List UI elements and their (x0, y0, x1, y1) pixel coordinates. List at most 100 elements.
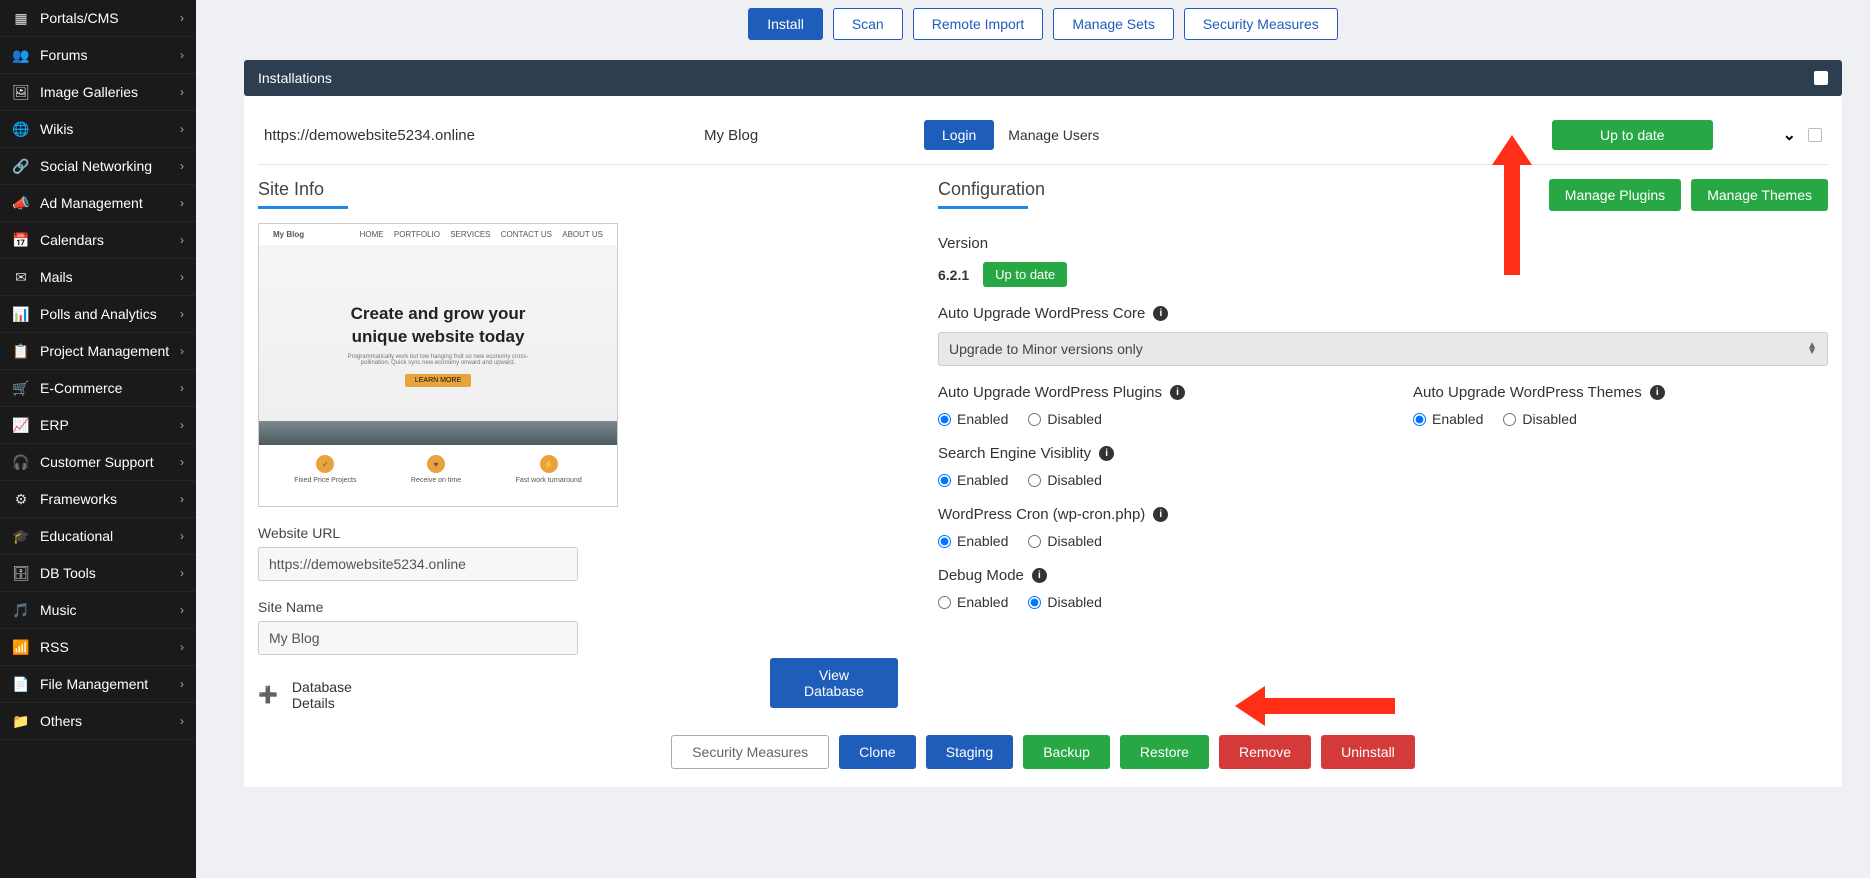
sidebar-item-label: Forums (40, 47, 87, 63)
chevron-right-icon: › (180, 307, 184, 321)
sidebar-item-label: Frameworks (40, 491, 117, 507)
info-icon[interactable]: i (1153, 507, 1168, 522)
uptodate-button[interactable]: Up to date (1552, 120, 1713, 150)
configuration-panel: Configuration Manage Plugins Manage Them… (938, 179, 1828, 711)
remove-button[interactable]: Remove (1219, 735, 1311, 769)
staging-button[interactable]: Staging (926, 735, 1013, 769)
debug-enabled-radio[interactable]: Enabled (938, 594, 1008, 610)
sidebar-item-label: Calendars (40, 232, 104, 248)
manage-users-link[interactable]: Manage Users (1008, 127, 1099, 143)
sidebar-item-label: Project Management (40, 343, 169, 359)
sidebar-item-project-management[interactable]: 📋Project Management› (0, 333, 196, 370)
auto-plugins-disabled-radio[interactable]: Disabled (1028, 411, 1101, 427)
users-icon: 👥 (12, 46, 30, 64)
auto-core-select[interactable]: Upgrade to Minor versions only ▲▼ (938, 332, 1828, 366)
backup-button[interactable]: Backup (1023, 735, 1110, 769)
website-url-input[interactable] (258, 547, 578, 581)
auto-themes-disabled-radio[interactable]: Disabled (1503, 411, 1576, 427)
login-button[interactable]: Login (924, 120, 994, 150)
seo-disabled-radio[interactable]: Disabled (1028, 472, 1101, 488)
tab-security-measures[interactable]: Security Measures (1184, 8, 1338, 40)
uninstall-button[interactable]: Uninstall (1321, 735, 1415, 769)
website-url-label: Website URL (258, 525, 898, 541)
sidebar-item-customer-support[interactable]: 🎧Customer Support› (0, 444, 196, 481)
file-icon: 📄 (12, 675, 30, 693)
sidebar-item-ecommerce[interactable]: 🛒E-Commerce› (0, 370, 196, 407)
debug-label: Debug Mode (938, 567, 1024, 584)
minimize-icon[interactable] (1814, 71, 1828, 85)
sidebar-item-educational[interactable]: 🎓Educational› (0, 518, 196, 555)
sidebar-item-rss[interactable]: 📶RSS› (0, 629, 196, 666)
sidebar-item-image-galleries[interactable]: 🖼Image Galleries› (0, 74, 196, 111)
chevron-right-icon: › (180, 11, 184, 25)
sidebar-item-label: Image Galleries (40, 84, 138, 100)
megaphone-icon: 📣 (12, 194, 30, 212)
info-icon[interactable]: i (1170, 385, 1185, 400)
chevron-right-icon: › (180, 233, 184, 247)
select-checkbox[interactable] (1808, 128, 1822, 142)
security-measures-button[interactable]: Security Measures (671, 735, 829, 769)
main-content: Install Scan Remote Import Manage Sets S… (196, 0, 1870, 878)
tab-install[interactable]: Install (748, 8, 823, 40)
sidebar-item-label: Ad Management (40, 195, 143, 211)
sidebar-item-file-management[interactable]: 📄File Management› (0, 666, 196, 703)
version-badge: Up to date (983, 262, 1067, 287)
site-name-input[interactable] (258, 621, 578, 655)
sidebar-item-music[interactable]: 🎵Music› (0, 592, 196, 629)
tab-remote-import[interactable]: Remote Import (913, 8, 1044, 40)
chevron-right-icon: › (180, 159, 184, 173)
tab-scan[interactable]: Scan (833, 8, 903, 40)
sidebar-item-ad-management[interactable]: 📣Ad Management› (0, 185, 196, 222)
sidebar-item-frameworks[interactable]: ⚙Frameworks› (0, 481, 196, 518)
cron-disabled-radio[interactable]: Disabled (1028, 533, 1101, 549)
chevron-right-icon: › (180, 714, 184, 728)
clone-button[interactable]: Clone (839, 735, 916, 769)
restore-button[interactable]: Restore (1120, 735, 1209, 769)
sidebar-item-db-tools[interactable]: 🗄DB Tools› (0, 555, 196, 592)
auto-plugins-enabled-radio[interactable]: Enabled (938, 411, 1008, 427)
chevron-right-icon: › (180, 566, 184, 580)
sidebar-item-wikis[interactable]: 🌐Wikis› (0, 111, 196, 148)
manage-plugins-button[interactable]: Manage Plugins (1549, 179, 1681, 211)
chevron-down-icon[interactable]: ⌄ (1783, 125, 1796, 145)
info-icon[interactable]: i (1032, 568, 1047, 583)
database-details-label: Database Details (292, 679, 390, 711)
database-details-toggle[interactable]: ➕ Database Details (258, 679, 390, 711)
debug-disabled-radio[interactable]: Disabled (1028, 594, 1101, 610)
info-icon[interactable]: i (1099, 446, 1114, 461)
updown-icon: ▲▼ (1807, 343, 1817, 355)
bar-chart-icon: 📊 (12, 305, 30, 323)
preview-brand: My Blog (273, 230, 304, 239)
sidebar-item-polls-analytics[interactable]: 📊Polls and Analytics› (0, 296, 196, 333)
seo-enabled-radio[interactable]: Enabled (938, 472, 1008, 488)
sidebar-item-others[interactable]: 📁Others› (0, 703, 196, 740)
auto-themes-enabled-radio[interactable]: Enabled (1413, 411, 1483, 427)
view-database-button[interactable]: View Database (770, 658, 898, 708)
sidebar-item-label: Educational (40, 528, 113, 544)
info-icon[interactable]: i (1650, 385, 1665, 400)
sidebar-item-label: Mails (40, 269, 73, 285)
manage-themes-button[interactable]: Manage Themes (1691, 179, 1828, 211)
site-info-panel: Site Info My Blog HOME PORTFOLIO SERVICE… (258, 179, 898, 711)
chevron-right-icon: › (180, 418, 184, 432)
cron-enabled-radio[interactable]: Enabled (938, 533, 1008, 549)
calendar-icon: 📅 (12, 231, 30, 249)
tab-manage-sets[interactable]: Manage Sets (1053, 8, 1174, 40)
sidebar-item-forums[interactable]: 👥Forums› (0, 37, 196, 74)
installation-row: https://demowebsite5234.online My Blog L… (258, 110, 1828, 165)
sidebar-item-erp[interactable]: 📈ERP› (0, 407, 196, 444)
chevron-right-icon: › (180, 270, 184, 284)
preview-menu: HOME PORTFOLIO SERVICES CONTACT US ABOUT… (352, 230, 603, 239)
sidebar-item-mails[interactable]: ✉Mails› (0, 259, 196, 296)
sidebar-item-label: Wikis (40, 121, 73, 137)
action-buttons: Security Measures Clone Staging Backup R… (258, 735, 1828, 769)
sidebar-item-portals-cms[interactable]: ▦Portals/CMS› (0, 0, 196, 37)
sidebar-item-calendars[interactable]: 📅 Calendars › (0, 222, 196, 259)
chevron-right-icon: › (180, 122, 184, 136)
sidebar-item-social-networking[interactable]: 🔗Social Networking› (0, 148, 196, 185)
install-url[interactable]: https://demowebsite5234.online (264, 127, 704, 144)
info-icon[interactable]: i (1153, 306, 1168, 321)
sidebar-item-label: Portals/CMS (40, 10, 119, 26)
chevron-right-icon: › (180, 344, 184, 358)
chevron-right-icon: › (180, 640, 184, 654)
